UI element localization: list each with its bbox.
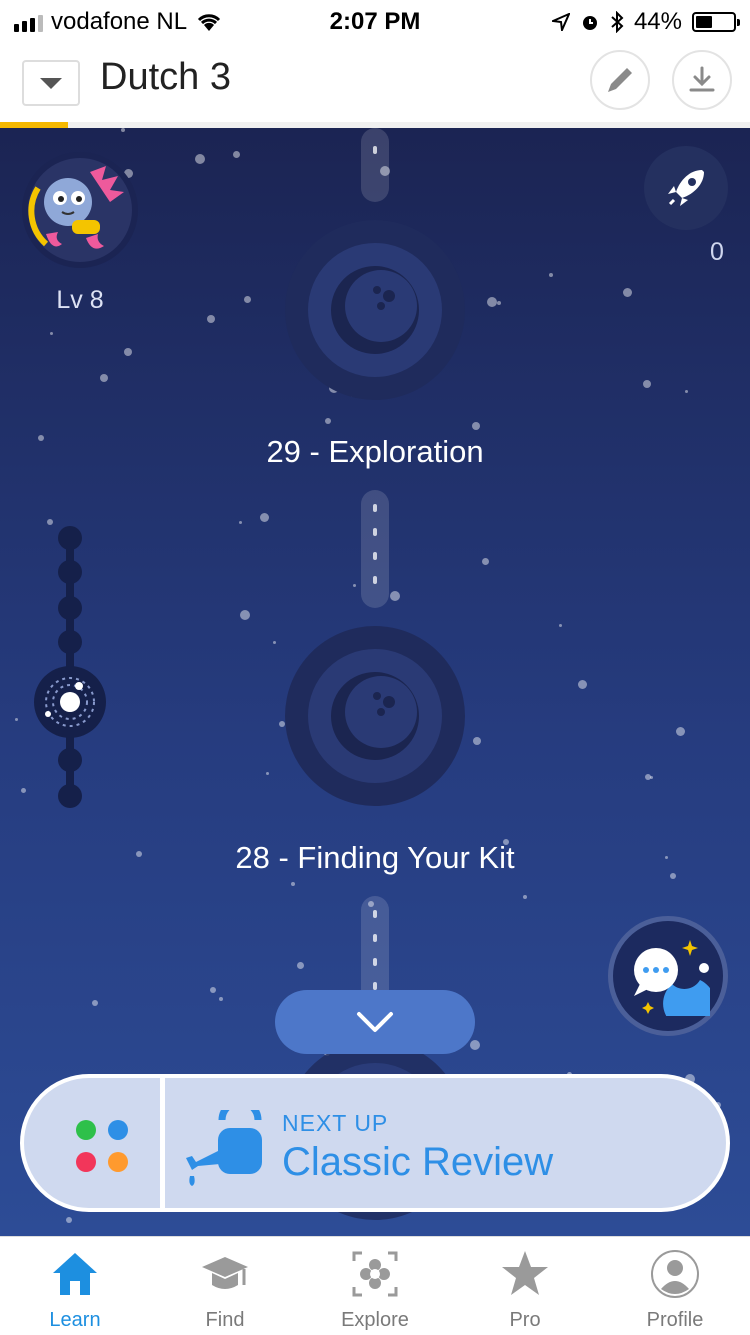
star-decoration bbox=[233, 151, 240, 158]
rocket-icon bbox=[668, 170, 704, 206]
edit-button[interactable] bbox=[590, 50, 650, 110]
star-decoration bbox=[260, 513, 269, 522]
tab-explore[interactable]: Explore bbox=[300, 1237, 450, 1335]
status-bar: vodafone NL 2:07 PM 44% bbox=[0, 0, 750, 40]
star-decoration bbox=[685, 390, 688, 393]
star-icon bbox=[502, 1251, 548, 1295]
star-decoration bbox=[210, 987, 216, 993]
chevron-down-icon bbox=[357, 1012, 393, 1032]
star-decoration bbox=[279, 721, 285, 727]
lesson-node-29[interactable] bbox=[285, 220, 465, 400]
axolotl-mascot-icon bbox=[28, 166, 124, 249]
avatar[interactable] bbox=[22, 152, 138, 268]
star-decoration bbox=[645, 774, 651, 780]
star-decoration bbox=[353, 584, 356, 587]
star-decoration bbox=[50, 332, 53, 335]
course-dropdown-button[interactable] bbox=[22, 60, 80, 106]
star-decoration bbox=[21, 788, 26, 793]
planet-icon bbox=[331, 672, 419, 760]
star-decoration bbox=[549, 273, 553, 277]
chat-bubble-icon bbox=[634, 940, 710, 1016]
learning-path[interactable]: 29 - Exploration 28 - Finding Your Kit L… bbox=[0, 128, 750, 1236]
star-decoration bbox=[623, 288, 632, 297]
star-decoration bbox=[240, 610, 250, 620]
battery-percent: 44% bbox=[633, 8, 682, 35]
tab-label: Learn bbox=[49, 1309, 101, 1331]
star-decoration bbox=[207, 315, 215, 323]
planet-icon bbox=[331, 266, 419, 354]
star-decoration bbox=[523, 895, 527, 899]
chevron-down-icon bbox=[40, 77, 62, 89]
star-decoration bbox=[66, 1217, 72, 1223]
scroll-down-button[interactable] bbox=[275, 990, 475, 1054]
lesson-title[interactable]: 28 - Finding Your Kit bbox=[0, 840, 750, 876]
bluetooth-icon bbox=[611, 11, 624, 33]
next-up-label: NEXT UP bbox=[282, 1110, 389, 1136]
home-icon bbox=[53, 1253, 97, 1295]
tab-find[interactable]: Find bbox=[150, 1237, 300, 1335]
star-decoration bbox=[470, 1040, 480, 1050]
star-decoration bbox=[124, 348, 132, 356]
tab-label: Find bbox=[205, 1309, 245, 1331]
battery-icon bbox=[692, 12, 740, 32]
path-segment bbox=[361, 128, 389, 202]
star-decoration bbox=[473, 737, 481, 745]
star-decoration bbox=[497, 301, 501, 305]
profile-icon bbox=[651, 1250, 699, 1298]
tab-learn[interactable]: Learn bbox=[0, 1237, 150, 1335]
lesson-node-28[interactable] bbox=[285, 626, 465, 806]
star-decoration bbox=[15, 718, 18, 721]
star-decoration bbox=[676, 727, 685, 736]
star-decoration bbox=[121, 128, 125, 132]
tab-label: Profile bbox=[646, 1309, 704, 1331]
course-header: Dutch 3 bbox=[0, 40, 750, 122]
lesson-title[interactable]: 29 - Exploration bbox=[0, 434, 750, 470]
star-decoration bbox=[239, 521, 242, 524]
star-decoration bbox=[195, 154, 205, 164]
star-decoration bbox=[482, 558, 489, 565]
tab-bar: Learn Find Explore Pro Profile bbox=[0, 1236, 750, 1335]
star-decoration bbox=[244, 296, 251, 303]
star-decoration bbox=[47, 519, 53, 525]
course-title: Dutch 3 bbox=[100, 56, 231, 98]
chatbot-button[interactable] bbox=[608, 916, 728, 1036]
watering-can-icon bbox=[186, 1110, 262, 1186]
mode-selector-button[interactable] bbox=[76, 1120, 130, 1174]
star-decoration bbox=[219, 997, 223, 1001]
level-label: Lv 8 bbox=[56, 286, 104, 314]
download-icon bbox=[689, 66, 715, 92]
tab-pro[interactable]: Pro bbox=[450, 1237, 600, 1335]
star-decoration bbox=[390, 591, 400, 601]
graduation-cap-icon bbox=[202, 1257, 248, 1289]
flower-icon bbox=[352, 1251, 398, 1297]
star-decoration bbox=[325, 418, 331, 424]
star-decoration bbox=[266, 772, 269, 775]
star-decoration bbox=[643, 380, 651, 388]
star-decoration bbox=[297, 962, 304, 969]
star-decoration bbox=[291, 882, 295, 886]
current-level-marker[interactable] bbox=[34, 666, 106, 738]
star-decoration bbox=[559, 624, 562, 627]
star-decoration bbox=[487, 297, 497, 307]
rocket-count: 0 bbox=[710, 238, 724, 266]
tab-label: Pro bbox=[509, 1309, 541, 1331]
path-segment bbox=[361, 490, 389, 608]
orbit-icon bbox=[45, 677, 95, 727]
tab-profile[interactable]: Profile bbox=[600, 1237, 750, 1335]
tab-label: Explore bbox=[341, 1309, 409, 1331]
star-decoration bbox=[472, 422, 480, 430]
star-decoration bbox=[578, 680, 587, 689]
rocket-button[interactable] bbox=[644, 146, 728, 230]
alarm-icon bbox=[582, 16, 597, 30]
star-decoration bbox=[100, 374, 108, 382]
next-up-card[interactable]: NEXT UP Classic Review bbox=[20, 1074, 730, 1212]
divider bbox=[160, 1078, 165, 1208]
pencil-icon bbox=[608, 68, 632, 92]
star-decoration bbox=[92, 1000, 98, 1006]
next-up-title: Classic Review bbox=[282, 1140, 554, 1184]
location-icon bbox=[551, 13, 570, 31]
star-decoration bbox=[273, 641, 276, 644]
download-button[interactable] bbox=[672, 50, 732, 110]
